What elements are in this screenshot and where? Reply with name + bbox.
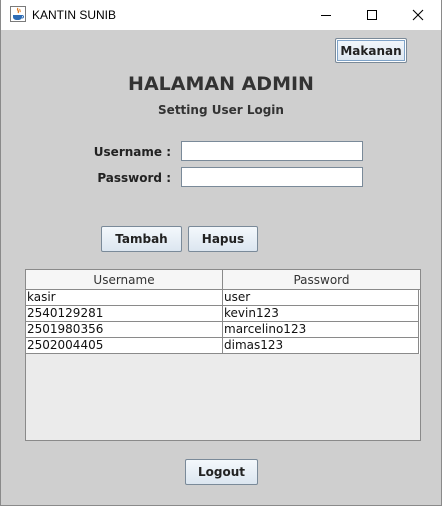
maximize-icon xyxy=(367,10,377,20)
app-window: KANTIN SUNIB Makanan HALAMAN ADMIN Setti… xyxy=(0,0,442,506)
window-title: KANTIN SUNIB xyxy=(32,8,117,22)
tambah-button[interactable]: Tambah xyxy=(101,226,182,252)
column-header-username[interactable]: Username xyxy=(26,270,223,290)
table-row[interactable]: kasir user xyxy=(26,290,420,306)
username-label: Username : xyxy=(93,145,171,159)
username-field[interactable] xyxy=(181,141,363,161)
page-title: HALAMAN ADMIN xyxy=(128,73,314,95)
logout-button[interactable]: Logout xyxy=(185,459,258,485)
cell-username[interactable]: 2501980356 xyxy=(26,322,223,338)
content-panel: Makanan HALAMAN ADMIN Setting User Login… xyxy=(1,30,441,505)
cell-password[interactable]: kevin123 xyxy=(223,306,419,322)
maximize-button[interactable] xyxy=(349,0,395,30)
close-icon xyxy=(412,9,424,21)
password-field[interactable] xyxy=(181,167,363,187)
cell-username[interactable]: 2502004405 xyxy=(26,338,223,354)
table-header: Username Password xyxy=(26,270,420,290)
cell-password[interactable]: user xyxy=(223,290,419,306)
table-row[interactable]: 2502004405 dimas123 xyxy=(26,338,420,354)
minimize-icon xyxy=(321,15,331,16)
title-bar: KANTIN SUNIB xyxy=(1,0,441,30)
cell-password[interactable]: marcelino123 xyxy=(223,322,419,338)
java-coffee-cup-icon xyxy=(10,6,26,22)
cell-username[interactable]: 2540129281 xyxy=(26,306,223,322)
minimize-button[interactable] xyxy=(303,0,349,30)
table-row[interactable]: 2540129281 kevin123 xyxy=(26,306,420,322)
column-header-password[interactable]: Password xyxy=(223,270,420,290)
makanan-button[interactable]: Makanan xyxy=(335,38,407,63)
password-label: Password : xyxy=(97,171,171,185)
table-row[interactable]: 2501980356 marcelino123 xyxy=(26,322,420,338)
user-table[interactable]: Username Password kasir user 2540129281 … xyxy=(25,269,421,441)
hapus-button[interactable]: Hapus xyxy=(188,226,258,252)
close-button[interactable] xyxy=(395,0,441,30)
page-subtitle: Setting User Login xyxy=(158,103,284,117)
cell-username[interactable]: kasir xyxy=(26,290,223,306)
cell-password[interactable]: dimas123 xyxy=(223,338,419,354)
